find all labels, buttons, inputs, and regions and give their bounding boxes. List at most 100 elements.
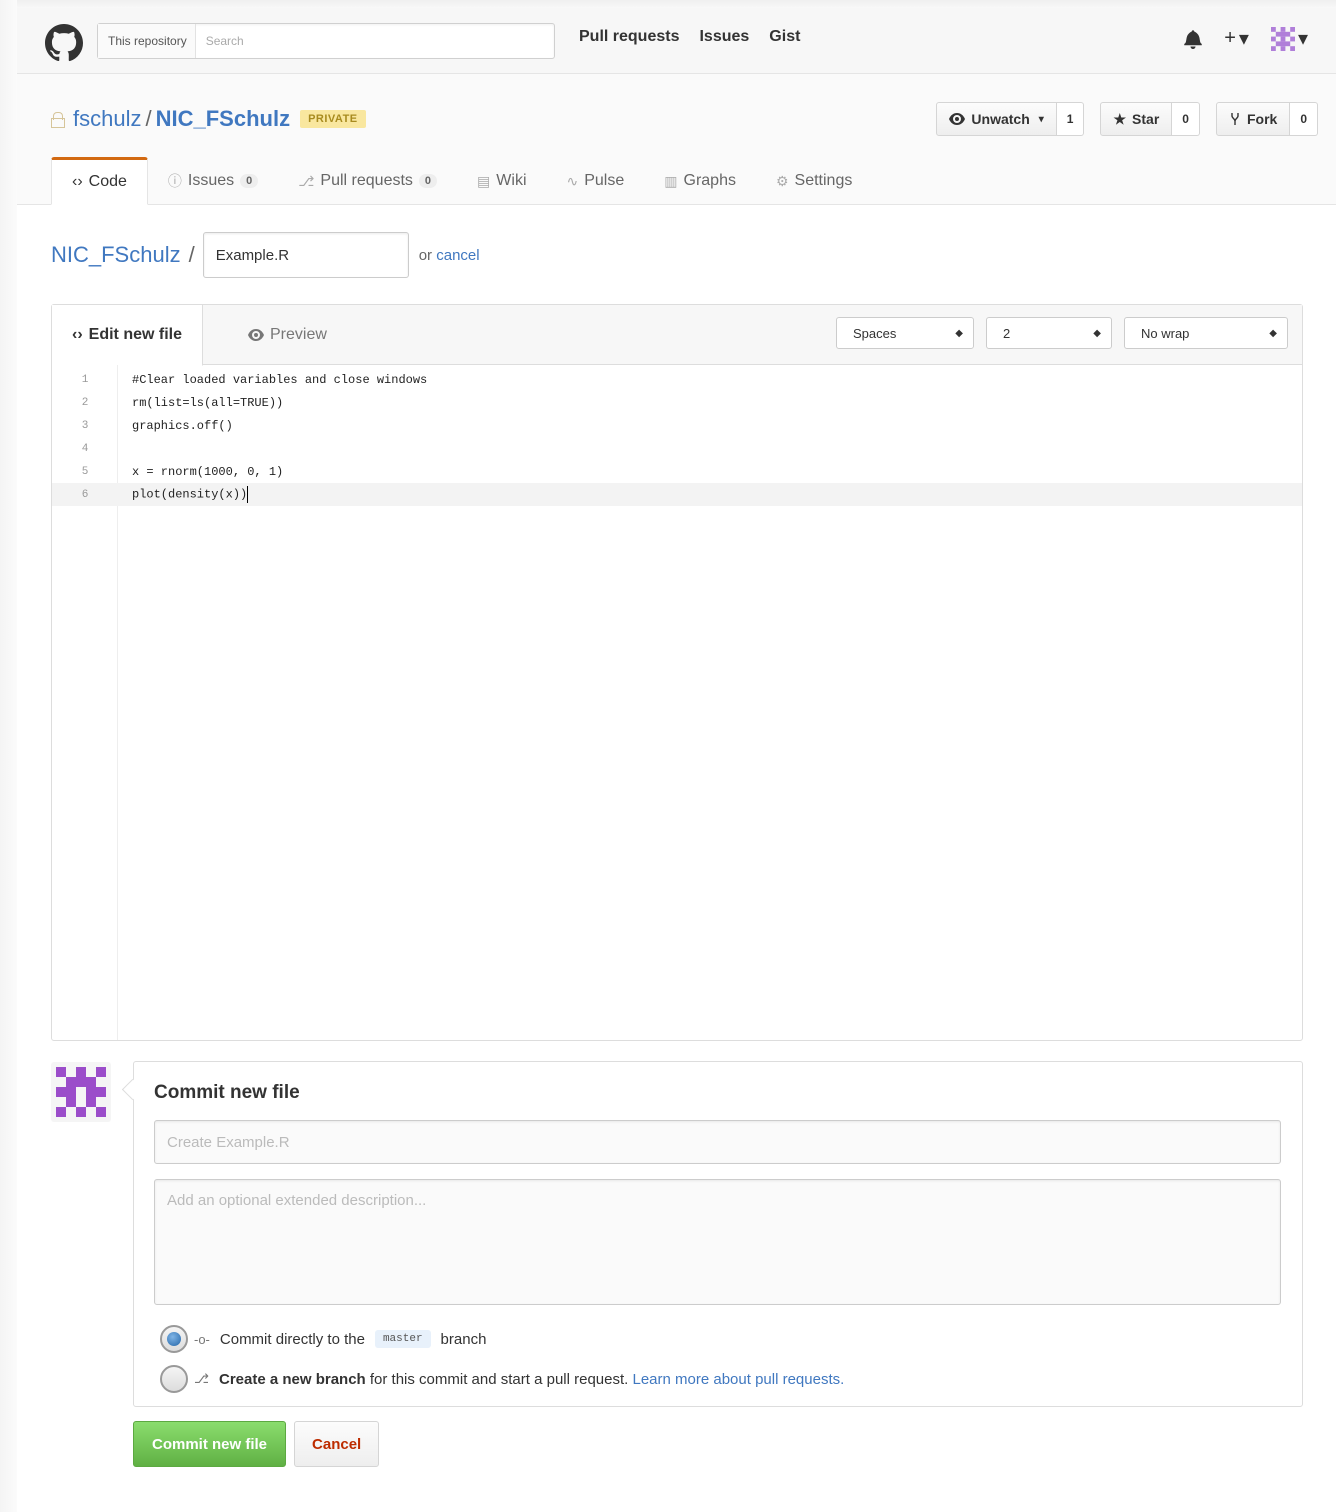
learn-more-link[interactable]: Learn more about pull requests. bbox=[633, 1371, 845, 1388]
new-branch-radio[interactable] bbox=[160, 1365, 188, 1393]
star-button[interactable]: ★ Star bbox=[1100, 102, 1173, 136]
indent-size-select[interactable]: 2 ◆ bbox=[986, 317, 1112, 349]
pulse-icon: ∿ bbox=[566, 172, 579, 189]
breadcrumb-repo-link[interactable]: NIC_FSchulz bbox=[51, 242, 181, 268]
tab-preview[interactable]: Preview bbox=[228, 305, 347, 365]
line-number: 2 bbox=[81, 396, 89, 409]
repo-nav: ‹› Code ⓘ Issues 0 ⎇ Pull requests 0 ▤ W… bbox=[51, 157, 872, 205]
line-content: plot(density(x)) bbox=[118, 486, 249, 503]
unwatch-button[interactable]: Unwatch ▾ bbox=[936, 102, 1057, 136]
octocat-logo[interactable] bbox=[45, 24, 83, 62]
select-arrows-icon: ◆ bbox=[1093, 327, 1101, 339]
code-area[interactable]: 1 #Clear loaded variables and close wind… bbox=[52, 365, 1302, 1040]
tab-label: Settings bbox=[794, 172, 853, 189]
tab-code[interactable]: ‹› Code bbox=[51, 157, 148, 205]
search-input[interactable] bbox=[195, 24, 554, 58]
line-text: plot(density(x)) bbox=[132, 487, 248, 502]
tab-issues[interactable]: ⓘ Issues 0 bbox=[148, 157, 278, 205]
line-content: graphics.off() bbox=[132, 418, 233, 433]
text-cursor bbox=[247, 486, 249, 503]
branch-name: master bbox=[374, 1330, 431, 1348]
issues-counter: 0 bbox=[240, 174, 259, 188]
stars-count[interactable]: 0 bbox=[1172, 102, 1200, 136]
code-line[interactable]: 3 graphics.off() bbox=[52, 414, 1302, 437]
code-line[interactable]: 2 rm(list=ls(all=TRUE)) bbox=[52, 391, 1302, 414]
new-branch-option[interactable]: ⎇ Create a new branch for this commit an… bbox=[160, 1365, 844, 1393]
plus-icon[interactable]: + ▾ bbox=[1224, 26, 1249, 51]
eye-icon bbox=[248, 329, 264, 341]
search-scope[interactable]: This repository bbox=[98, 24, 196, 58]
nav-pull-requests[interactable]: Pull requests bbox=[579, 28, 679, 46]
watch-group: Unwatch ▾ 1 bbox=[936, 102, 1085, 136]
file-editor: ‹› Edit new file Preview Spaces ◆ 2 ◆ No… bbox=[51, 304, 1303, 1041]
editor-options: Spaces ◆ 2 ◆ No wrap ◆ bbox=[836, 317, 1288, 349]
code-line[interactable]: 5 x = rnorm(1000, 0, 1) bbox=[52, 460, 1302, 483]
avatar-identicon bbox=[56, 1067, 106, 1117]
tab-edit-new-file[interactable]: ‹› Edit new file bbox=[52, 305, 203, 366]
form-actions: Commit new file Cancel bbox=[133, 1421, 380, 1467]
preview-tab-label: Preview bbox=[270, 326, 327, 343]
select-arrows-icon: ◆ bbox=[955, 327, 963, 339]
watchers-count[interactable]: 1 bbox=[1056, 102, 1085, 136]
new-branch-bold: Create a new branch bbox=[218, 1370, 366, 1388]
repo-actions: Unwatch ▾ 1 ★ Star 0 Fork 0 bbox=[936, 102, 1318, 136]
line-number: 1 bbox=[81, 373, 89, 386]
repo-owner-link[interactable]: fschulz bbox=[73, 106, 141, 132]
nav-issues[interactable]: Issues bbox=[699, 28, 749, 46]
code-line-active[interactable]: 6 plot(density(x)) bbox=[52, 483, 1302, 506]
lock-icon bbox=[51, 112, 65, 128]
pull-request-icon: ⎇ bbox=[298, 172, 315, 189]
gear-icon: ⚙ bbox=[775, 172, 789, 189]
avatar-identicon bbox=[1270, 26, 1295, 51]
avatar-menu[interactable]: ▾ bbox=[1270, 26, 1308, 51]
wrap-mode-value: No wrap bbox=[1141, 325, 1190, 341]
pull-requests-counter: 0 bbox=[418, 174, 438, 188]
code-icon: ‹› bbox=[72, 326, 83, 343]
code-line[interactable]: 4 bbox=[52, 437, 1302, 460]
line-number: 3 bbox=[81, 419, 89, 432]
new-branch-text: Create a new branch for this commit and … bbox=[219, 1371, 844, 1388]
editor-header: ‹› Edit new file Preview Spaces ◆ 2 ◆ No… bbox=[52, 305, 1302, 366]
line-number: 6 bbox=[81, 488, 89, 501]
line-content: rm(list=ls(all=TRUE)) bbox=[132, 395, 284, 410]
cancel-button[interactable]: Cancel bbox=[294, 1421, 380, 1467]
commit-direct-radio[interactable] bbox=[160, 1325, 188, 1353]
line-content: #Clear loaded variables and close window… bbox=[132, 372, 428, 387]
commit-summary-input[interactable] bbox=[154, 1120, 1281, 1164]
code-line[interactable]: 1 #Clear loaded variables and close wind… bbox=[52, 368, 1302, 391]
tab-settings[interactable]: ⚙ Settings bbox=[756, 157, 872, 205]
commit-icon: -o- bbox=[194, 1331, 210, 1347]
fork-button[interactable]: Fork bbox=[1215, 102, 1291, 136]
commit-direct-suffix: branch bbox=[440, 1330, 487, 1348]
tab-graphs[interactable]: ▥ Graphs bbox=[644, 157, 756, 205]
indent-mode-select[interactable]: Spaces ◆ bbox=[836, 317, 974, 349]
tab-pulse[interactable]: ∿ Pulse bbox=[547, 157, 645, 205]
nav-gist[interactable]: Gist bbox=[769, 28, 800, 46]
tab-label: Graphs bbox=[683, 172, 736, 189]
tab-pull-requests[interactable]: ⎇ Pull requests 0 bbox=[278, 157, 457, 205]
indent-size-value: 2 bbox=[1003, 325, 1011, 341]
header-nav: Pull requests Issues Gist bbox=[579, 28, 800, 46]
site-search: This repository bbox=[97, 23, 555, 59]
repo-name-link[interactable]: NIC_FSchulz bbox=[156, 106, 290, 132]
graph-icon: ▥ bbox=[664, 172, 678, 189]
indent-mode-value: Spaces bbox=[853, 325, 897, 341]
book-icon: ▤ bbox=[477, 172, 491, 189]
line-content: x = rnorm(1000, 0, 1) bbox=[132, 464, 284, 479]
commit-new-file-button[interactable]: Commit new file bbox=[133, 1421, 287, 1467]
tab-wiki[interactable]: ▤ Wiki bbox=[457, 157, 546, 205]
new-branch-rest: for this commit and start a pull request… bbox=[369, 1370, 629, 1388]
cancel-link[interactable]: cancel bbox=[436, 247, 479, 264]
fork-icon bbox=[1231, 113, 1239, 125]
commit-description-textarea[interactable] bbox=[154, 1179, 1281, 1305]
bell-icon[interactable] bbox=[1184, 29, 1202, 49]
wrap-mode-select[interactable]: No wrap ◆ bbox=[1124, 317, 1288, 349]
filename-input[interactable] bbox=[202, 232, 409, 278]
tab-label: Pull requests bbox=[320, 172, 413, 189]
chevron-down-icon: ▾ bbox=[1038, 113, 1044, 125]
commit-direct-option[interactable]: -o- Commit directly to the master branch bbox=[160, 1325, 486, 1353]
fork-label: Fork bbox=[1246, 111, 1278, 127]
fork-group: Fork 0 bbox=[1215, 102, 1318, 136]
forks-count[interactable]: 0 bbox=[1290, 102, 1318, 136]
unwatch-label: Unwatch bbox=[971, 111, 1030, 127]
